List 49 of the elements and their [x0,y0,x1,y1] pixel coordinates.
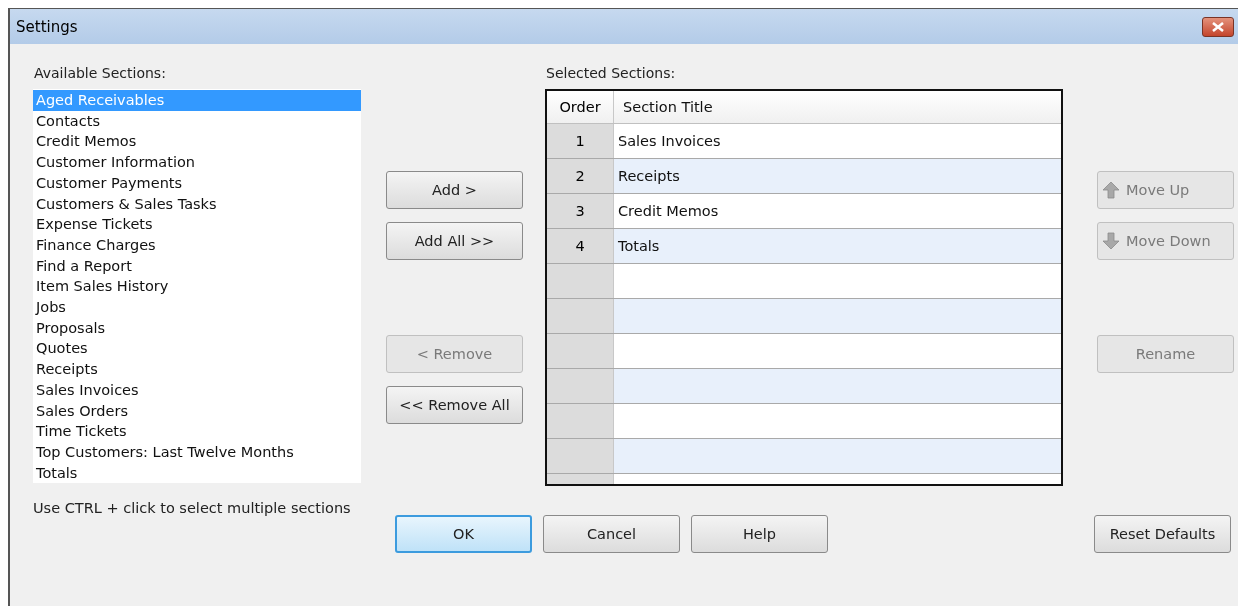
row-header-cell [547,334,614,368]
row-header-cell [547,299,614,333]
reset-defaults-button[interactable]: Reset Defaults [1094,515,1231,553]
row-header-cell [547,439,614,473]
list-item[interactable]: Totals [33,462,361,484]
list-item[interactable]: Finance Charges [33,234,361,256]
table-cell-text: Totals [617,237,661,256]
transfer-button[interactable]: << Remove All [386,386,523,424]
order-cell: 1 [547,124,614,158]
row-header-cell [547,369,614,403]
list-item[interactable]: Contacts [33,110,361,132]
window-title: Settings [16,17,78,36]
list-item[interactable]: Jobs [33,297,361,318]
list-item[interactable]: Time Tickets [33,421,361,442]
column-header[interactable]: Section Title [614,91,1061,123]
list-item[interactable]: Expense Tickets [33,214,361,235]
table-cell-text: Sales Invoices [617,132,722,151]
list-item[interactable]: Customers & Sales Tasks [33,193,361,215]
list-item[interactable]: Top Customers: Last Twelve Months [33,441,361,463]
table-cell-text: Receipts [617,167,681,186]
table-cell-text: Credit Memos [617,202,720,221]
list-item[interactable]: Proposals [33,317,361,339]
dialog-button[interactable]: Cancel [543,515,680,553]
list-item[interactable]: Sales Orders [33,400,361,422]
order-cell: 4 [547,229,614,263]
dialog-button[interactable]: OK [395,515,532,553]
list-item[interactable]: Find a Report [33,255,361,277]
transfer-button[interactable]: Add > [386,171,523,209]
down-arrow-icon [1102,232,1120,250]
transfer-button[interactable]: Add All >> [386,222,523,260]
list-item[interactable]: Quotes [33,338,361,360]
row-header-cell [547,264,614,298]
selected-sections-label: Selected Sections: [546,65,677,83]
available-sections-label: Available Sections: [34,65,167,83]
row-header-cell [547,404,614,438]
order-cell: 3 [547,194,614,228]
close-button[interactable] [1202,16,1234,37]
column-header[interactable]: Order [547,91,614,123]
order-cell: 2 [547,159,614,193]
close-icon [1212,21,1224,32]
list-item[interactable]: Sales Invoices [33,379,361,401]
list-item[interactable]: Receipts [33,359,361,380]
list-item[interactable]: Item Sales History [33,276,361,298]
list-item[interactable]: Credit Memos [33,131,361,153]
up-arrow-icon [1102,181,1120,199]
dialog-button[interactable]: Help [691,515,828,553]
list-item[interactable]: Customer Payments [33,172,361,194]
hint-text: Use CTRL + click to select multiple sections [33,500,351,516]
list-item[interactable]: Customer Information [33,152,361,173]
